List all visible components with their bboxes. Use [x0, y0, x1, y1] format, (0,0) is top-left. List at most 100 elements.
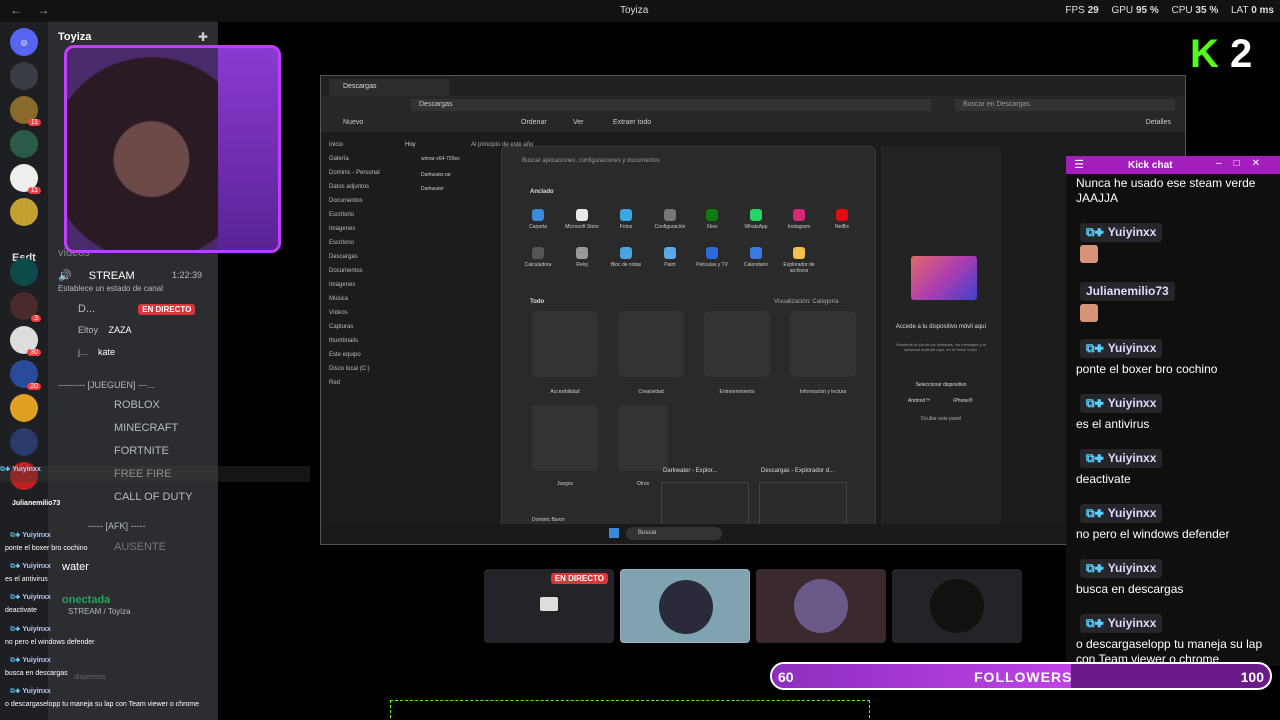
tree-item[interactable]: Vídeos [329, 310, 399, 316]
channel-roblox[interactable]: ROBLOX [114, 399, 160, 411]
app-calculadora[interactable]: Calculadora [518, 247, 558, 268]
category-jueguen[interactable]: --------- [JUEGUEN] ---... [58, 380, 154, 390]
start-user[interactable]: Dominic Baron [532, 517, 565, 523]
add-member-icon[interactable]: ✚ [198, 30, 208, 44]
k2-logo: K 2 [1190, 32, 1252, 77]
tree-item[interactable]: Red [329, 380, 399, 386]
stream-tile[interactable] [756, 569, 886, 643]
server-icon[interactable] [10, 198, 38, 226]
path-field[interactable]: Descargas [411, 99, 931, 111]
server-icon[interactable] [10, 428, 38, 456]
channel-stream-label: STREAM [88, 270, 135, 282]
voice-member[interactable]: j... kate [78, 347, 115, 357]
app-microsoft-store[interactable]: Microsoft Store [562, 209, 602, 230]
tree-item[interactable]: thumbnails [329, 338, 399, 344]
tree-item[interactable]: Descargas [329, 254, 399, 260]
kick-chat: ☰ Kick chat –□✕ Nunca he usado ese steam… [1066, 156, 1280, 666]
tree-item[interactable]: Documentos [329, 198, 399, 204]
member-name: j... [78, 347, 88, 357]
hide-panel-link[interactable]: Ocultar este panel [881, 416, 1001, 422]
overlay-username: Yuiyinxx [22, 626, 51, 633]
file-row[interactable]: winrar-x64-720es [421, 156, 460, 162]
stream-tile[interactable] [620, 569, 750, 643]
app-reloj[interactable]: Reloj [562, 247, 602, 268]
category-folder[interactable] [704, 311, 770, 377]
chat-username: Julianemilio73 [1080, 282, 1175, 301]
tree-item[interactable]: Escritorio [329, 212, 399, 218]
voice-member[interactable]: D... EN DIRECTO [78, 303, 196, 315]
overlay-username: Yuiyinxx [22, 532, 51, 539]
channel-stream[interactable]: 🔊 STREAM [58, 269, 135, 282]
tree-item[interactable]: Imágenes [329, 226, 399, 232]
stream-tile[interactable]: EN DIRECTO [484, 569, 614, 643]
windows-start-icon[interactable] [609, 528, 619, 538]
back-arrow-icon[interactable]: ← [10, 3, 22, 17]
tree-item[interactable]: Escritorio [329, 240, 399, 246]
server-icon[interactable] [10, 62, 38, 90]
menu-icon[interactable]: ☰ [1074, 158, 1084, 171]
app-fotos[interactable]: Fotos [606, 209, 646, 230]
tree-item[interactable]: Capturas [329, 324, 399, 330]
sort-button[interactable]: Ordenar [521, 119, 547, 126]
channel-status[interactable]: Establece un estado de canal [58, 284, 163, 293]
server-icon[interactable]: 3 [10, 292, 41, 322]
channel-fortnite[interactable]: FORTNITE [114, 445, 169, 457]
tree-item[interactable]: Imágenes [329, 282, 399, 288]
server-icon[interactable]: 30 [10, 326, 41, 356]
window-controls[interactable]: –□✕ [1216, 158, 1272, 169]
badge-icon: ⧉✚ [1086, 396, 1104, 410]
taskbar-search[interactable]: Buscar [626, 527, 722, 540]
server-name[interactable]: Toyiza [58, 31, 91, 43]
tree-item[interactable]: Disco local (C:) [329, 366, 399, 372]
tree-item[interactable]: Documentos [329, 268, 399, 274]
server-icon[interactable]: 11 [10, 96, 41, 126]
chat-username: ⧉✚ Yuiyinxx [1080, 504, 1163, 523]
tree-item[interactable]: Música [329, 296, 399, 302]
server-icon[interactable] [10, 130, 38, 158]
category-folder[interactable] [618, 311, 684, 377]
tree-item[interactable]: Este equipo [329, 352, 399, 358]
server-icon[interactable] [10, 394, 38, 422]
app-netflix[interactable]: Netflix [822, 209, 862, 230]
app-carpeta[interactable]: Carpeta [518, 209, 558, 230]
category-afk[interactable]: ----- [AFK] ----- [88, 521, 145, 531]
app-configuracion[interactable]: Configuración [650, 209, 690, 230]
app-explorador[interactable]: Explorador de archivos [779, 247, 819, 274]
explorer-search[interactable]: Buscar en Descargas [955, 99, 1175, 111]
new-button[interactable]: Nuevo [343, 119, 363, 126]
tree-item[interactable]: Datos adjuntos [329, 184, 399, 190]
stream-timer: 1:22:39 [172, 270, 203, 280]
server-icon[interactable]: 20 [10, 360, 41, 390]
tree-item[interactable]: Dominic - Personal [329, 170, 399, 176]
app-peliculas-tv[interactable]: Películas y TV [692, 247, 732, 268]
app-xbox[interactable]: Xbox [692, 209, 732, 230]
voice-member[interactable]: Eltoy ZAZA [78, 325, 132, 335]
view-category[interactable]: Visualización: Categoría [774, 299, 839, 305]
channel-minecraft[interactable]: MINECRAFT [114, 422, 178, 434]
category-folder[interactable] [532, 405, 598, 471]
stream-tile[interactable] [892, 569, 1022, 643]
tree-item[interactable]: Galería [329, 156, 399, 162]
category-folder[interactable] [532, 311, 598, 377]
details-button[interactable]: Detalles [1146, 119, 1171, 126]
extract-all-button[interactable]: Extraer todo [613, 119, 651, 126]
view-button[interactable]: Ver [573, 119, 584, 126]
server-icon[interactable] [10, 258, 38, 286]
file-row[interactable]: Darkwater.rar [421, 172, 451, 178]
iphone-button[interactable]: iPhone® [903, 398, 1023, 404]
forward-arrow-icon[interactable]: → [37, 3, 49, 17]
category-folder[interactable] [618, 405, 668, 471]
app-paint[interactable]: Paint [650, 247, 690, 268]
nav-buttons: ← → [10, 3, 61, 17]
file-row[interactable]: Darkwater [421, 186, 444, 192]
app-whatsapp[interactable]: WhatsApp [736, 209, 776, 230]
app-calendario[interactable]: Calendario [736, 247, 776, 268]
discord-home-icon[interactable]: ◎ [10, 28, 38, 56]
category-folder[interactable] [790, 311, 856, 377]
start-search[interactable]: Buscar aplicaciones, configuraciones y d… [512, 155, 867, 169]
server-icon[interactable]: 11 [10, 164, 41, 194]
app-instagram[interactable]: Instagram [779, 209, 819, 230]
tree-item[interactable]: Inicio [329, 142, 399, 148]
app-bloc-de-notas[interactable]: Bloc de notas [606, 247, 646, 268]
explorer-tab[interactable]: Descargas [329, 79, 449, 96]
